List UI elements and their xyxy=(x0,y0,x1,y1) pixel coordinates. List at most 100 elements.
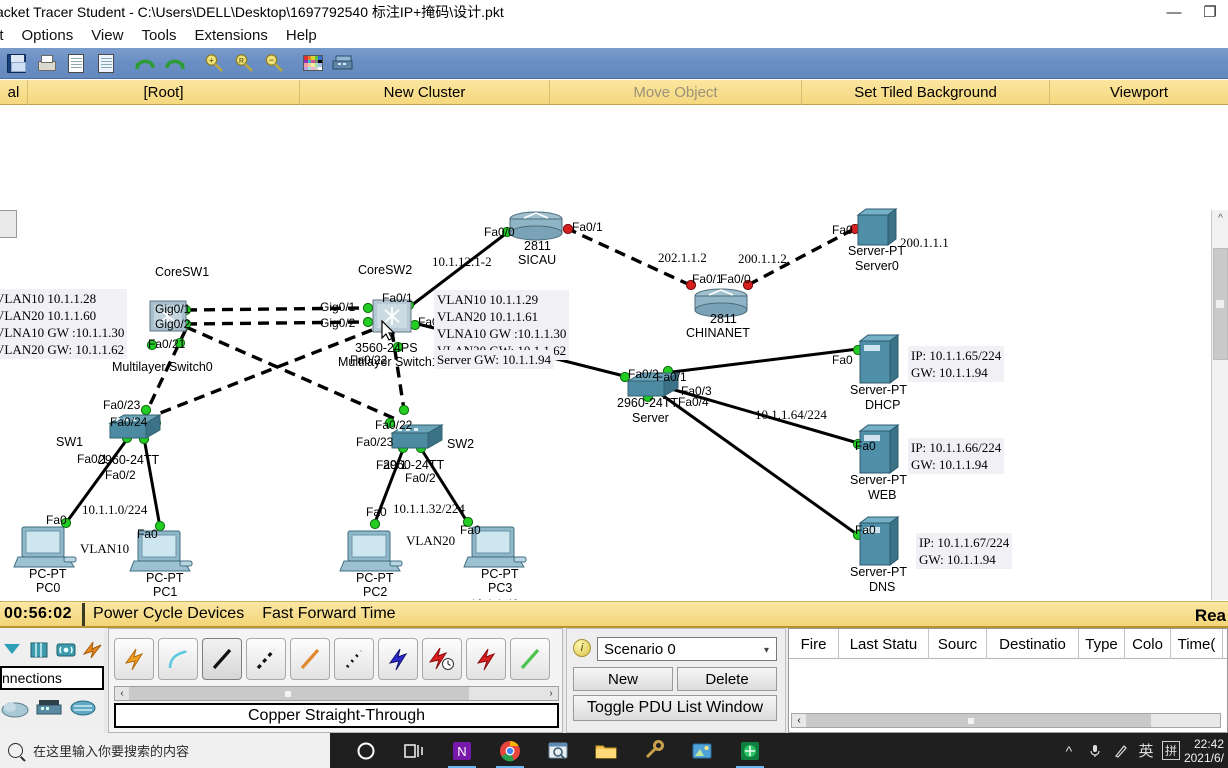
onenote-icon[interactable]: N xyxy=(438,733,486,768)
connections-palette: ‹ › Copper Straight-Through xyxy=(108,628,563,733)
fast-forward-time-button[interactable]: Fast Forward Time xyxy=(262,605,395,623)
task-view-icon[interactable] xyxy=(390,733,438,768)
toggle-pdu-list-window-button[interactable]: Toggle PDU List Window xyxy=(573,695,777,721)
scroll-up-icon[interactable]: ^ xyxy=(1212,210,1228,227)
console-connection-button[interactable] xyxy=(158,638,198,680)
new-scenario-button[interactable]: New xyxy=(573,667,673,691)
print-button[interactable] xyxy=(32,50,60,76)
power-cycle-devices-button[interactable]: Power Cycle Devices xyxy=(93,605,244,623)
connections-icon[interactable] xyxy=(81,638,105,662)
conn-scroll-thumb[interactable] xyxy=(129,687,469,700)
menu-item-tools[interactable]: Tools xyxy=(132,24,185,48)
menu-item-view[interactable]: View xyxy=(82,24,132,48)
pdu-column-header[interactable]: Time( xyxy=(1171,629,1223,659)
coaxial-icon[interactable] xyxy=(68,697,98,719)
cluster-cell-move[interactable]: Move Object xyxy=(550,79,802,105)
fiber-connection-button[interactable] xyxy=(290,638,330,680)
copper-straight-through-button[interactable] xyxy=(202,638,242,680)
conn-scroll-left-icon[interactable]: ‹ xyxy=(115,687,129,700)
undo-button[interactable] xyxy=(131,50,159,76)
port-label: Fa0 xyxy=(137,527,158,541)
device-caption: CHINANET xyxy=(686,326,750,340)
menu-item-edit[interactable]: it xyxy=(0,24,13,48)
photos-icon[interactable] xyxy=(678,733,726,768)
redo-button[interactable] xyxy=(161,50,189,76)
pdu-scroll-thumb[interactable] xyxy=(806,714,1151,727)
microphone-icon[interactable] xyxy=(1082,733,1108,768)
cortana-icon[interactable] xyxy=(342,733,390,768)
packet-tracer-icon[interactable] xyxy=(726,733,774,768)
topology-area[interactable]: CoreSW1 CoreSW2 2811 SICAU 2811 CHINANET Serve… xyxy=(0,105,1196,600)
cluster-cell-global[interactable]: al xyxy=(0,79,28,105)
pdu-column-header[interactable]: Fire xyxy=(789,629,839,659)
pdu-column-header[interactable]: Type xyxy=(1079,629,1125,659)
taskbar-clock[interactable]: 22:42 2021/6/ xyxy=(1184,733,1228,768)
end-devices-icon[interactable] xyxy=(0,638,24,662)
octal-connection-button[interactable] xyxy=(510,638,550,680)
serial-dce-button[interactable] xyxy=(422,638,462,680)
zoom-reset-button[interactable]: R xyxy=(230,50,258,76)
info-icon[interactable]: i xyxy=(573,639,591,657)
copper-device-icon[interactable] xyxy=(34,697,64,719)
wireless-icon[interactable] xyxy=(54,638,78,662)
conn-scroll-right-icon[interactable]: › xyxy=(544,687,558,700)
ip-annotation-line: GW: 10.1.1.94 xyxy=(911,365,988,380)
zoom-in-button[interactable]: + xyxy=(200,50,228,76)
paste-button[interactable] xyxy=(92,50,120,76)
chevron-up-icon[interactable]: ^ xyxy=(1056,733,1082,768)
pdu-column-header[interactable]: Sourc xyxy=(929,629,987,659)
minimize-button[interactable]: — xyxy=(1156,0,1192,24)
device-caption: 2811 xyxy=(524,239,551,253)
device-caption: PC-PT xyxy=(146,571,184,585)
tools-icon[interactable] xyxy=(630,733,678,768)
device-caption: DHCP xyxy=(865,398,901,412)
taskbar-search-box[interactable]: 在这里输入你要搜索的内容 xyxy=(0,733,330,768)
toolbar-separator-2 xyxy=(191,51,200,75)
menu-item-help[interactable]: Help xyxy=(277,24,326,48)
pen-icon[interactable] xyxy=(1108,733,1134,768)
device-server-0 xyxy=(856,208,898,246)
pdu-column-header[interactable]: Last Statu xyxy=(839,629,929,659)
canvas-vertical-scrollbar[interactable]: ^ v xyxy=(1211,210,1228,600)
auto-connection-button[interactable] xyxy=(114,638,154,680)
pdu-table-scrollbar[interactable]: ‹ xyxy=(791,713,1221,728)
file-explorer-icon[interactable] xyxy=(582,733,630,768)
ime-mode-indicator[interactable]: 拼 xyxy=(1158,733,1184,768)
device-caption: Server0 xyxy=(855,259,899,273)
snip-tool-icon[interactable] xyxy=(534,733,582,768)
chrome-icon[interactable] xyxy=(486,733,534,768)
cluster-cell-root[interactable]: [Root] xyxy=(28,79,300,105)
scenario-select[interactable]: Scenario 0 ▾ xyxy=(597,637,777,661)
cluster-cell-viewport[interactable]: Viewport xyxy=(1050,80,1228,105)
bottom-panel: nnections ‹ › Copper Straight-Through i … xyxy=(0,628,1228,733)
save-button[interactable] xyxy=(2,50,30,76)
delete-scenario-button[interactable]: Delete xyxy=(677,667,777,691)
custom-devices-icon xyxy=(332,55,354,72)
phone-connection-button[interactable] xyxy=(334,638,374,680)
palette-button[interactable] xyxy=(299,50,327,76)
copy-button[interactable] xyxy=(62,50,90,76)
maximize-button[interactable]: ❐ xyxy=(1192,0,1228,24)
serial-dte-button[interactable] xyxy=(466,638,506,680)
copper-cross-over-button[interactable] xyxy=(246,638,286,680)
pdu-column-header[interactable]: Colo xyxy=(1125,629,1171,659)
port-label: Fa0 xyxy=(46,513,67,527)
menu-item-options[interactable]: Options xyxy=(13,24,83,48)
realtime-mode-label[interactable]: Rea xyxy=(1195,602,1228,629)
coaxial-connection-button[interactable] xyxy=(378,638,418,680)
cluster-cell-tiled-bg[interactable]: Set Tiled Background xyxy=(802,79,1050,105)
pdu-scroll-left-icon[interactable]: ‹ xyxy=(792,714,806,727)
custom-devices-button[interactable] xyxy=(329,50,357,76)
wan-emulation-icon[interactable] xyxy=(27,638,51,662)
cloud-icon[interactable] xyxy=(0,697,30,719)
left-tool-strip[interactable] xyxy=(0,210,17,238)
workspace-canvas[interactable]: CoreSW1 CoreSW2 2811 SICAU 2811 CHINANET Serve… xyxy=(0,105,1228,600)
pdu-list-table: Fire Last Statu Sourc Destinatio Type Colo Tim… xyxy=(788,628,1228,733)
menu-item-extensions[interactable]: Extensions xyxy=(185,24,276,48)
svg-text:R: R xyxy=(239,58,244,65)
cluster-cell-new[interactable]: New Cluster xyxy=(300,79,550,105)
pdu-column-header[interactable]: Destinatio xyxy=(987,629,1079,659)
connections-scrollbar[interactable]: ‹ › xyxy=(114,686,559,701)
ime-language-indicator[interactable]: 英 xyxy=(1134,733,1158,768)
zoom-out-button[interactable]: − xyxy=(260,50,288,76)
